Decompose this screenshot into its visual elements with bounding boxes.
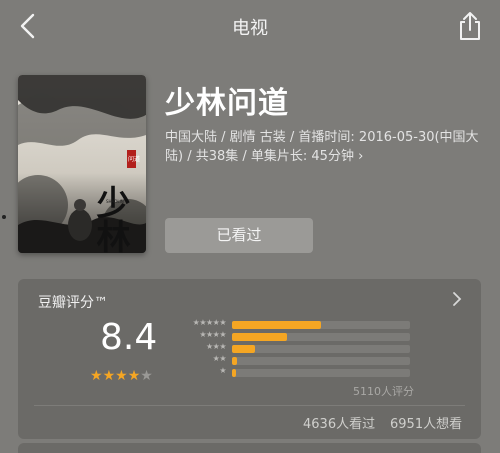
star-filled-icon: ★ [127, 368, 141, 384]
top-bar: 电视 [0, 0, 500, 52]
star-rating: ★★★★★ [90, 368, 153, 384]
star-filled-icon: ★ [102, 368, 116, 384]
watched-button[interactable]: 已看过 [165, 218, 313, 253]
bar-track [232, 333, 410, 341]
bar-fill [232, 357, 238, 365]
chevron-right-icon[interactable] [452, 291, 462, 311]
star-filled-icon: ★ [115, 368, 128, 384]
bar-fill [232, 345, 256, 353]
star-empty-icon: ★ [140, 368, 153, 384]
bar-track [232, 357, 410, 365]
rating-label: 豆瓣评分™ [38, 295, 108, 311]
bar-track [232, 369, 410, 377]
bar-track [232, 321, 410, 329]
divider [34, 405, 465, 406]
poster-calligraphy: 少林 [90, 185, 130, 253]
show-meta-text: 中国大陆 / 剧情 古装 / 首播时间: 2016-05-30(中国大陆) / … [165, 130, 479, 164]
page-title: 电视 [232, 18, 268, 39]
row-stars-label: ★★★ [205, 342, 227, 351]
show-title: 少林问道 [165, 86, 289, 121]
star-filled-icon: ★ [90, 368, 103, 384]
row-stars-label: ★★★★★ [192, 318, 227, 327]
show-meta[interactable]: 中国大陆 / 剧情 古装 / 首播时间: 2016-05-30(中国大陆) / … [165, 128, 485, 166]
row-stars-label: ★★ [212, 354, 227, 363]
poster-image[interactable]: 少林 问道 SHAOLIN [18, 75, 146, 253]
distribution-row: ★★★ [180, 342, 410, 354]
rating-card[interactable]: 豆瓣评分™ 8.4 ★★★★★ ★★★★★ ★★★★ ★★★ ★★ ★ 5110人评分 … [18, 279, 481, 439]
bar-fill [232, 333, 288, 341]
bar-track [232, 345, 410, 353]
row-stars-label: ★ [219, 366, 226, 375]
distribution-row: ★ [180, 366, 410, 378]
poster-small-text: SHAOLIN [106, 199, 124, 204]
want-count[interactable]: 6951人想看 [390, 413, 462, 432]
rating-count: 5110人评分 [353, 385, 414, 398]
bar-fill [232, 321, 321, 329]
distribution-row: ★★ [180, 354, 410, 366]
bar-fill [232, 369, 236, 377]
share-icon[interactable] [456, 10, 484, 42]
next-card-edge [18, 443, 481, 453]
rating-distribution: ★★★★★ ★★★★ ★★★ ★★ ★ [180, 318, 410, 379]
distribution-row: ★★★★★ [180, 318, 410, 330]
edge-dot [2, 215, 6, 219]
row-stars-label: ★★★★ [199, 330, 226, 339]
rating-score: 8.4 [100, 317, 158, 358]
distribution-row: ★★★★ [180, 330, 410, 342]
meta-more-icon[interactable]: › [358, 149, 363, 164]
poster-seal: 问道 [128, 155, 140, 163]
watched-count[interactable]: 4636人看过 [303, 413, 375, 432]
